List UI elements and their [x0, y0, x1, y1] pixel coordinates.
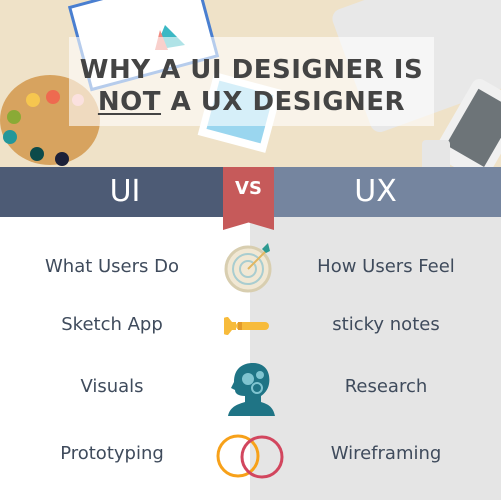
title-box: WHY A UI DESIGNER IS NOT A UX DESIGNER — [69, 37, 434, 126]
ux-header: UX — [250, 167, 501, 217]
head-gears-icon — [228, 363, 275, 416]
title-rest: A UX DESIGNER — [161, 87, 406, 117]
ui-header: UI — [0, 167, 250, 217]
ui-item: Prototyping — [60, 443, 164, 464]
ux-item: Wireframing — [330, 443, 442, 464]
wrench-icon — [224, 317, 269, 335]
ux-item: Research — [344, 376, 428, 397]
overlapping-circles-icon — [216, 434, 284, 479]
ux-item: sticky notes — [332, 314, 440, 335]
ux-item: How Users Feel — [317, 256, 455, 277]
hero-illustration: WHY A UI DESIGNER IS NOT A UX DESIGNER — [0, 0, 501, 167]
target-icon — [224, 243, 272, 293]
page-title-line2: NOT A UX DESIGNER — [69, 87, 434, 117]
ui-item: Sketch App — [61, 314, 163, 335]
ui-item: Visuals — [80, 376, 144, 397]
vs-label: VS — [235, 178, 262, 199]
title-emphasis: NOT — [97, 87, 162, 117]
ui-item: What Users Do — [44, 256, 179, 277]
page-title-line1: WHY A UI DESIGNER IS — [79, 55, 424, 85]
